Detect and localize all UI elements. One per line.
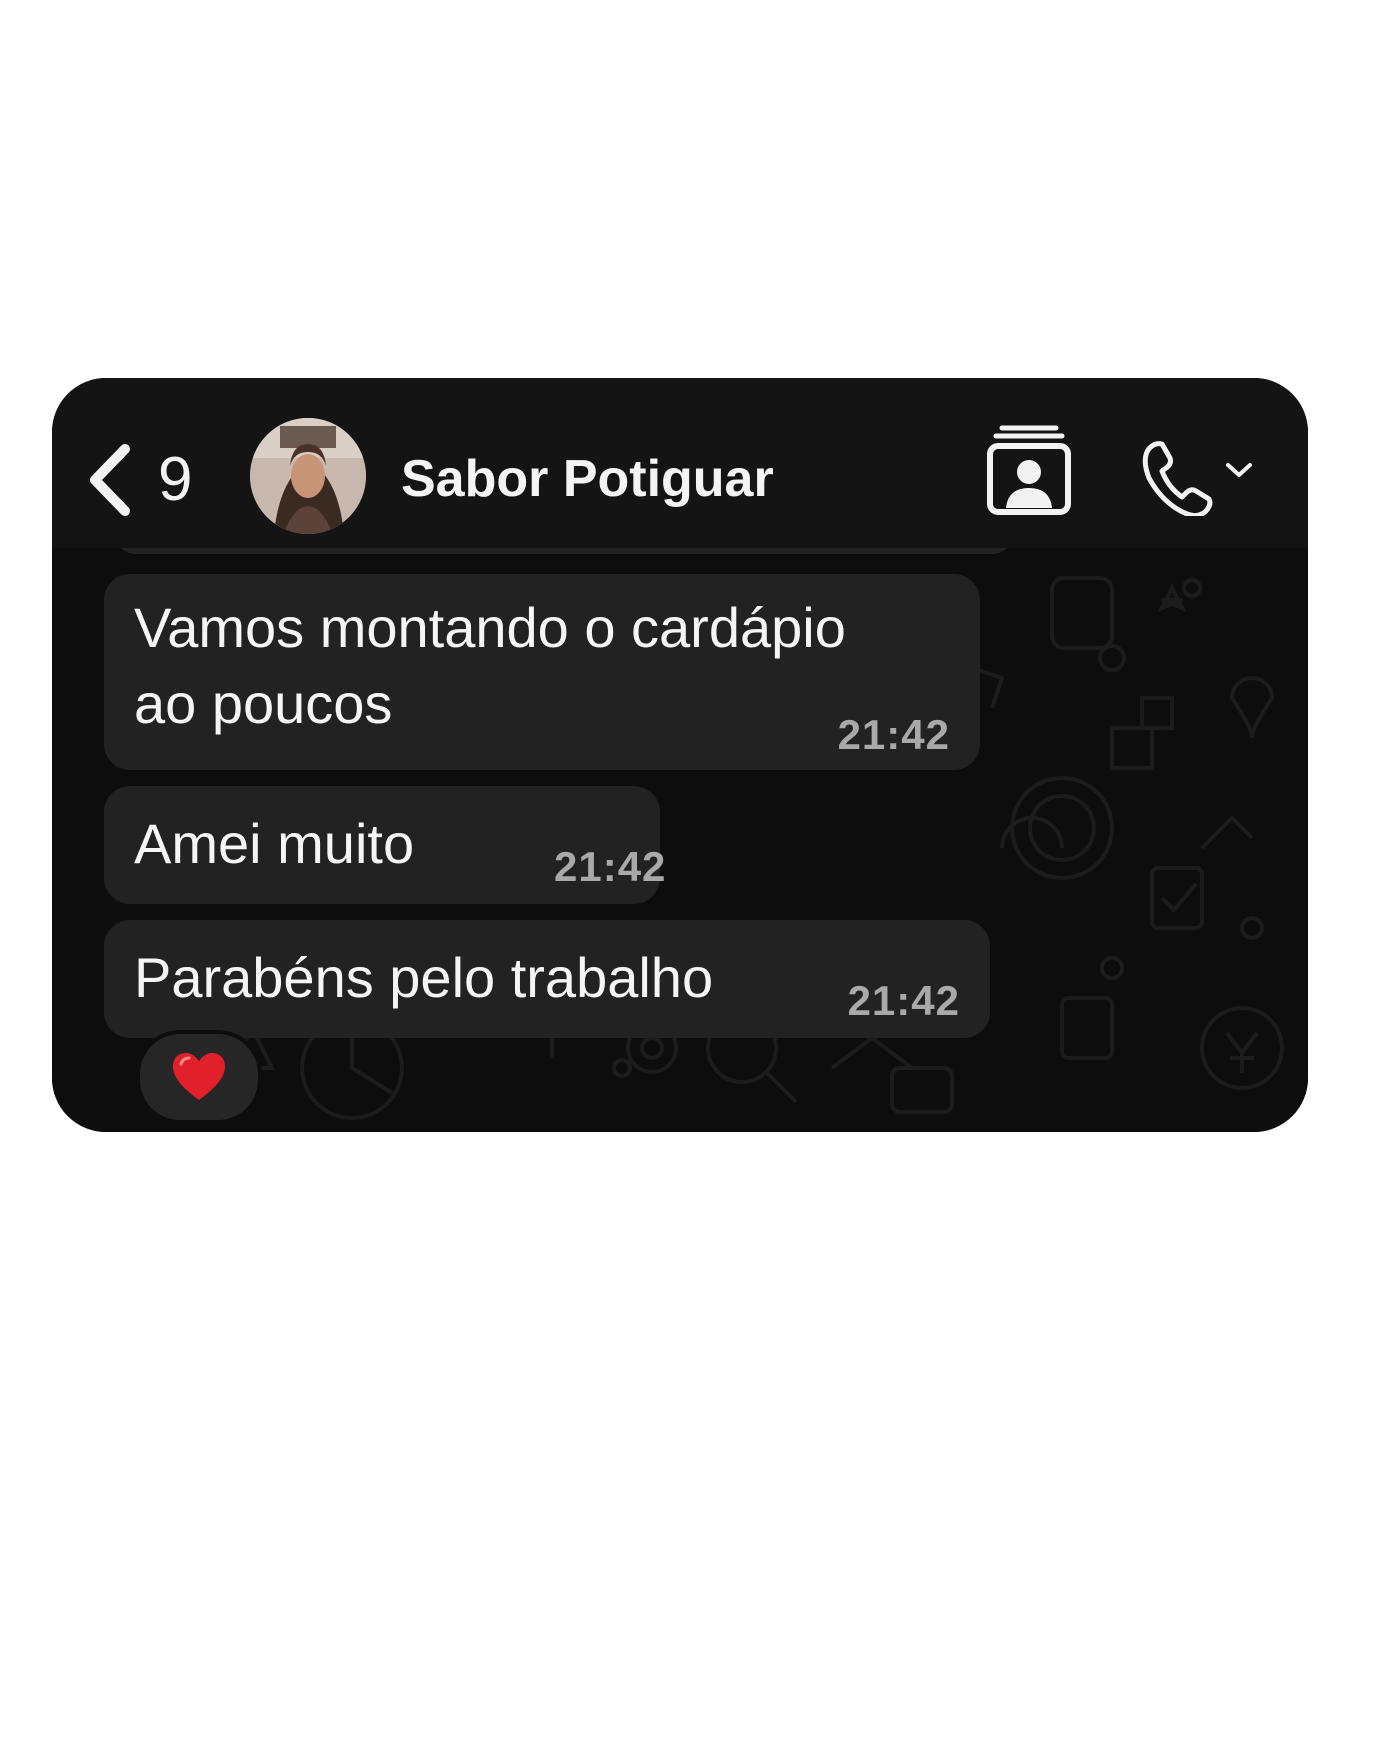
message-timestamp: 21:42: [837, 711, 950, 758]
chevron-down-icon: [1226, 463, 1252, 477]
message-timestamp: 21:42: [554, 843, 667, 890]
reaction-badge[interactable]: [136, 1030, 262, 1124]
message-timestamp: 21:42: [847, 977, 960, 1024]
message-bubble[interactable]: Vamos montando o cardápio ao poucos 21:4…: [104, 574, 980, 770]
avatar[interactable]: [250, 418, 366, 534]
profile-photo: [250, 418, 366, 534]
message-bubble[interactable]: Parabéns pelo trabalho 21:42: [104, 920, 990, 1038]
back-button[interactable]: [80, 440, 140, 520]
heart-icon: [173, 1053, 225, 1100]
call-button[interactable]: [1138, 436, 1254, 519]
message-bubble[interactable]: Amei muito 21:42: [104, 786, 665, 904]
contact-card-icon[interactable]: [986, 422, 1072, 518]
message-text: Parabéns pelo trabalho: [134, 946, 714, 1009]
message-text: Vamos montando o cardápio: [134, 596, 846, 659]
contact-name[interactable]: Sabor Potiguar: [401, 444, 774, 514]
message-text: Amei muito: [134, 812, 415, 875]
chat-header: 9 Sabor Potiguar: [52, 378, 1308, 548]
chat-window: 9 Sabor Potiguar Vamos montando o cardáp…: [52, 378, 1308, 1132]
unread-count[interactable]: 9: [158, 442, 192, 518]
message-text: ao poucos: [134, 672, 393, 735]
chevron-left-icon: [90, 444, 130, 516]
